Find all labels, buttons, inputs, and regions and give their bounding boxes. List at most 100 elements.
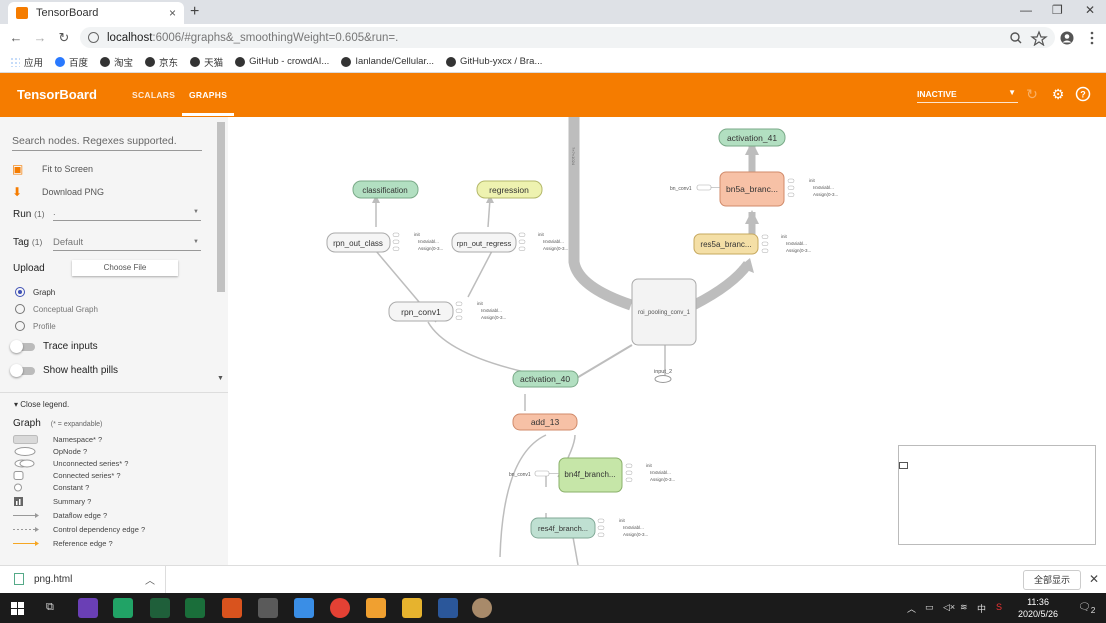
bookmark-github-yxcx[interactable]: GitHub-yxcx / Bra... [446,56,542,67]
chrome-icon[interactable] [330,598,350,618]
node-rpn-out-regress[interactable]: rpn_out_regress [451,232,517,253]
close-download-bar-icon[interactable]: ✕ [1089,572,1099,586]
legend-opnode[interactable]: OpNode ? [13,447,87,456]
graph-minimap[interactable] [898,445,1096,545]
trace-inputs-toggle[interactable]: Trace inputs [10,339,98,353]
network-icon[interactable]: ≋ [960,602,968,613]
inactive-dashboards-select[interactable]: INACTIVE ▼ [917,86,1018,103]
zoom-icon[interactable] [1010,32,1022,44]
word-icon[interactable] [438,598,458,618]
app-icon[interactable] [366,598,386,618]
aux-group-bn5a[interactable]: init IsVariabl... Assign(0-3... [787,178,838,197]
node-roi-pooling[interactable]: roi_pooling_conv_1 [631,278,697,346]
legend-connected-series[interactable]: Connected series* ? [13,471,121,480]
help-icon[interactable]: ? [1075,86,1091,102]
health-pills-toggle[interactable]: Show health pills [10,363,118,377]
node-bn4f-branch[interactable]: bn4f_branch... [558,457,623,493]
download-item[interactable]: png.html [14,573,72,585]
task-view-icon[interactable]: ⧉ [46,601,54,614]
aux-group-rpn-out-class[interactable]: init IsVariabl... Assign(0-3... [392,232,443,251]
url-bar[interactable]: localhost :6006/#graphs&_smoothingWeight… [80,27,1055,48]
search-input[interactable]: Search nodes. Regexes supported. [12,135,202,151]
back-icon[interactable]: ← [4,30,28,45]
photos-icon[interactable] [294,598,314,618]
node-rpn-out-class[interactable]: rpn_out_class [326,232,391,253]
node-rpn-conv1[interactable]: rpn_conv1 [388,301,454,322]
node-input-2[interactable]: input_2 [654,369,672,383]
aux-group-rpn-out-regress[interactable]: init IsVariabl... Assign(0-3... [518,232,568,251]
restore-button[interactable]: ❐ [1052,3,1063,17]
visual-studio-icon[interactable] [78,598,98,618]
sogou-icon[interactable]: S [996,602,1002,612]
radio-conceptual-graph[interactable]: Conceptual Graph [15,304,98,314]
forward-icon[interactable]: → [28,30,52,45]
bookmark-apps[interactable]: 应用 [10,55,43,69]
bookmark-baidu[interactable]: 百度 [55,55,88,69]
notification-center-icon[interactable]: 🗨2 [1078,602,1095,615]
new-tab-button[interactable]: + [190,3,199,21]
info-icon[interactable] [88,32,99,43]
close-legend-button[interactable]: ▾ Close legend. [14,400,69,409]
radio-profile[interactable]: Profile [15,321,56,331]
node-res4f-branch[interactable]: res4f_branch... [530,517,596,539]
ime-indicator[interactable]: 中 [977,602,986,615]
bookmark-tmall[interactable]: 天猫 [190,55,223,69]
star-icon[interactable] [1030,30,1048,46]
bookmark-taobao[interactable]: 淘宝 [100,55,133,69]
scroll-down-icon[interactable]: ▼ [217,375,224,382]
run-select[interactable]: . ▼ [53,207,201,221]
graph-canvas[interactable]: ?×?×1024 activation_41 bn5a_branc... res… [228,117,1106,565]
tag-select[interactable]: Default ▼ [53,237,201,251]
reload-icon[interactable]: ↻ [52,30,76,46]
legend-unconnected-series[interactable]: Unconnected series* ? [13,459,128,468]
bookmark-github-crowdai[interactable]: GitHub - crowdAI... [235,56,329,67]
taskbar-clock[interactable]: 11:36 2020/5/26 [1018,596,1058,620]
download-png-button[interactable]: ⬇ Download PNG [12,185,104,199]
account-icon[interactable] [1060,31,1074,45]
chevron-up-icon[interactable]: ︿ [145,572,155,587]
close-window-button[interactable]: ✕ [1085,3,1095,17]
bn-conv1-reference-bottom[interactable]: bn_conv1 [509,470,559,478]
minimap-viewport[interactable] [899,462,908,469]
pycharm-ce-icon[interactable] [185,598,205,618]
legend-reference-edge[interactable]: Reference edge ? [13,539,113,548]
legend-control-edge[interactable]: Control dependency edge ? [13,525,145,534]
menu-icon[interactable] [1090,31,1094,45]
legend-namespace[interactable]: Namespace* ? [13,435,102,444]
node-classification[interactable]: classification [352,180,419,199]
radio-graph[interactable]: Graph [15,287,55,297]
node-bn5a-branch[interactable]: bn5a_branc... [719,171,785,207]
webstorm-icon[interactable] [150,598,170,618]
volume-icon[interactable]: ◁× [943,602,955,613]
fit-to-screen-button[interactable]: ▣ Fit to Screen [12,162,93,176]
settings-gear-icon[interactable]: ⚙ [1050,86,1066,102]
legend-dataflow-edge[interactable]: Dataflow edge ? [13,511,107,520]
node-res5a-branch[interactable]: res5a_branc... [693,233,759,255]
tray-chevron-up-icon[interactable]: ︿ [907,602,916,615]
tab-close-icon[interactable]: × [169,6,176,20]
node-activation-41[interactable]: activation_41 [718,128,786,147]
legend-summary[interactable]: Summary ? [13,497,91,506]
bn-conv1-reference-top[interactable]: bn_conv1 [670,184,720,192]
file-explorer-icon[interactable] [402,598,422,618]
pycharm-icon[interactable] [113,598,133,618]
anaconda-icon[interactable] [472,598,492,618]
node-activation-40[interactable]: activation_40 [512,370,579,388]
bookmark-cellular[interactable]: Ianlande/Cellular... [341,56,434,67]
node-add-13[interactable]: add_13 [512,413,578,431]
node-regression[interactable]: regression [476,180,543,199]
matlab-icon[interactable] [222,598,242,618]
battery-icon[interactable]: ▭ [925,602,934,613]
reload-icon[interactable]: ↻ [1024,86,1040,102]
aux-group-res4f[interactable]: init IsVariabl... Assign(0-3... [597,518,648,537]
aux-group-res5a[interactable]: init IsVariabl... Assign(0-3... [761,234,811,253]
sidebar-scrollbar[interactable] [217,122,225,292]
minimize-button[interactable]: — [1020,3,1032,17]
tab-scalars[interactable]: SCALARS [132,90,175,100]
aux-group-rpn-conv1[interactable]: init IsVariabl... Assign(0-3... [455,301,506,320]
legend-constant[interactable]: Constant ? [13,483,89,492]
tab-graphs[interactable]: GRAPHS [189,90,227,100]
browser-tab[interactable]: TensorBoard × [8,2,184,24]
windows-start-icon[interactable] [11,602,24,615]
aux-group-bn4f[interactable]: init IsVariabl... Assign(0-3... [625,463,675,482]
